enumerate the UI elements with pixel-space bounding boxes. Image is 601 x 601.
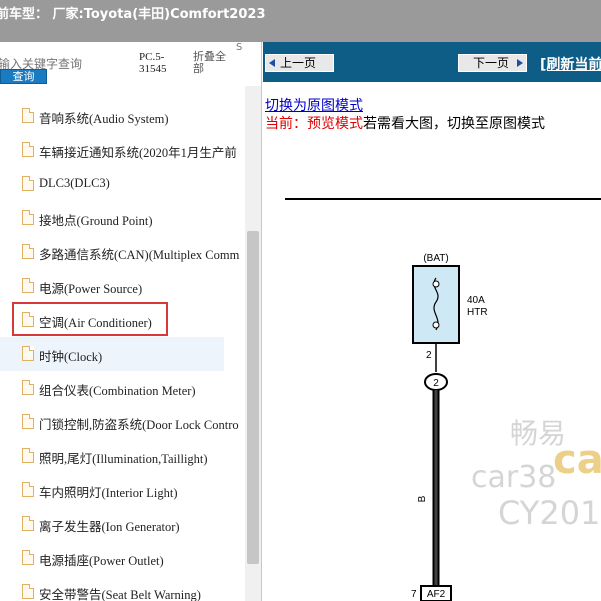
wire-color: B	[417, 495, 428, 502]
selection-highlight-box	[12, 302, 168, 336]
tree-item[interactable]: 多路通信系统(CAN)(Multiplex Comm	[0, 235, 247, 269]
prev-page-button[interactable]: 上一页	[265, 54, 334, 72]
tree-scrollbar[interactable]	[245, 86, 261, 601]
truncated-text: S	[236, 42, 243, 53]
next-page-label: 下一页	[473, 56, 510, 70]
current-mode-prefix: 当前：预览模式	[265, 117, 363, 132]
tree-item[interactable]: 音响系统(Audio System)	[0, 99, 247, 133]
tree-item-label: 照明,尾灯(Illumination,Taillight)	[39, 452, 208, 466]
tree-item-label: 组合仪表(Combination Meter)	[39, 384, 196, 398]
switch-original-mode-link[interactable]: 切换为原图模式	[265, 95, 363, 115]
next-page-button[interactable]: 下一页	[458, 54, 527, 72]
wiring-diagram: (BAT) 40A HTR 2 2 B 7 AF2	[285, 198, 601, 601]
current-mode-hint: 若需看大图，切换至原图模式	[363, 117, 545, 132]
document-icon	[22, 176, 34, 191]
document-icon	[22, 278, 34, 293]
tree-item[interactable]: 安全带警告(Seat Belt Warning)	[0, 575, 247, 601]
title-bar: 前车型： 厂家:Toyota(丰田)Comfort2023	[0, 0, 601, 42]
pin-top: 2	[426, 350, 432, 361]
tree-item-label: 电源(Power Source)	[39, 282, 143, 296]
tree-item[interactable]: 车辆接近通知系统(2020年1月生产前	[0, 133, 247, 167]
tree-item[interactable]: 离子发生器(Ion Generator)	[0, 507, 247, 541]
tree-item[interactable]: DLC3(DLC3)	[0, 167, 247, 201]
document-icon	[22, 516, 34, 531]
arrow-right-icon	[517, 59, 523, 67]
watermark-line2: car38	[471, 460, 557, 495]
fuse-name: HTR	[467, 307, 488, 318]
tree-item-label: 时钟(Clock)	[39, 350, 103, 364]
document-icon	[22, 584, 34, 599]
watermark-logo: ca	[553, 437, 601, 483]
refresh-link[interactable]: [刷新当前	[540, 54, 601, 74]
pin-circle-label: 2	[433, 378, 439, 389]
current-mode-text: 当前：预览模式若需看大图，切换至原图模式	[265, 113, 545, 133]
fuse-box	[412, 265, 460, 344]
watermark-line3: CY2016	[498, 494, 601, 532]
document-icon	[22, 142, 34, 157]
tree-item-label: 车内照明灯(Interior Light)	[39, 486, 178, 500]
pin-bottom: 7	[411, 589, 417, 600]
tree-item-label: DLC3(DLC3)	[39, 176, 110, 190]
fuse-amp: 40A	[467, 295, 485, 306]
search-bar: 查询 PC.5- 31545 折叠全 部 S	[0, 42, 261, 86]
search-button[interactable]: 查询	[0, 69, 47, 84]
bat-label: (BAT)	[423, 253, 448, 264]
document-icon	[22, 108, 34, 123]
tree-item[interactable]: 门锁控制,防盗系统(Door Lock Contro	[0, 405, 247, 439]
document-icon	[22, 482, 34, 497]
document-icon	[22, 550, 34, 565]
tree-item-label: 音响系统(Audio System)	[39, 112, 169, 126]
scrollbar-thumb[interactable]	[247, 231, 259, 564]
part-code: PC.5- 31545	[139, 51, 167, 75]
tree-item[interactable]: 接地点(Ground Point)	[0, 201, 247, 235]
collapse-all-button[interactable]: 折叠全 部	[193, 51, 233, 75]
left-panel: 查询 PC.5- 31545 折叠全 部 S 音响系统(Audio System…	[0, 42, 262, 601]
tree-item[interactable]: 照明,尾灯(Illumination,Taillight)	[0, 439, 247, 473]
tree-item[interactable]: 电源(Power Source)	[0, 269, 247, 303]
tree-item[interactable]: 电源插座(Power Outlet)	[0, 541, 247, 575]
system-tree: 音响系统(Audio System) 车辆接近通知系统(2020年1月生产前 DLC…	[0, 99, 247, 601]
document-icon	[22, 346, 34, 361]
window-title: 前车型： 厂家:Toyota(丰田)Comfort2023	[0, 7, 266, 22]
tree-item[interactable]: 时钟(Clock)	[0, 337, 224, 371]
connector-label: AF2	[427, 589, 446, 600]
arrow-left-icon	[269, 59, 275, 67]
content-panel: 上一页 下一页 [刷新当前 切换为原图模式 当前：预览模式若需看大图，切换至原图…	[263, 42, 601, 601]
tree-item[interactable]: 组合仪表(Combination Meter)	[0, 371, 247, 405]
document-icon	[22, 414, 34, 429]
tree-item-label: 离子发生器(Ion Generator)	[39, 520, 180, 534]
tree-item-label: 接地点(Ground Point)	[39, 214, 153, 228]
document-icon	[22, 448, 34, 463]
document-icon	[22, 380, 34, 395]
tree-item-label: 门锁控制,防盗系统(Door Lock Contro	[39, 418, 239, 432]
prev-page-label: 上一页	[280, 56, 317, 70]
page-nav-bar: 上一页 下一页 [刷新当前	[263, 42, 601, 82]
tree-item-label: 安全带警告(Seat Belt Warning)	[39, 588, 201, 601]
tree-item-label: 车辆接近通知系统(2020年1月生产前	[39, 146, 237, 160]
tree-item[interactable]: 车内照明灯(Interior Light)	[0, 473, 247, 507]
tree-item-label: 多路通信系统(CAN)(Multiplex Comm	[39, 248, 240, 262]
tree-item-label: 电源插座(Power Outlet)	[39, 554, 164, 568]
document-icon	[22, 244, 34, 259]
document-icon	[22, 210, 34, 225]
